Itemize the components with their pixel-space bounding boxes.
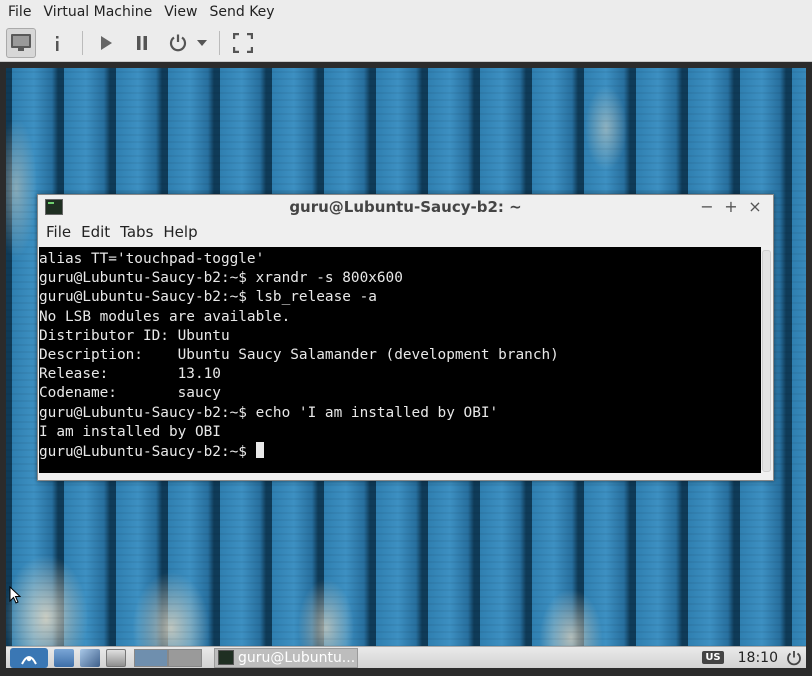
terminal-bottom-edge: [38, 473, 773, 480]
toolbar-separator: [219, 30, 220, 55]
task-label: guru@Lubuntu...: [238, 649, 356, 666]
terminal-menu-file[interactable]: File: [41, 223, 76, 241]
terminal-line: Release: 13.10: [39, 366, 221, 383]
host-toolbar: [0, 24, 812, 62]
keyboard-layout-indicator[interactable]: US: [702, 651, 724, 664]
terminal-prompt: guru@Lubuntu-Saucy-b2:~$: [39, 444, 256, 461]
terminal-titlebar[interactable]: guru@Lubuntu-Saucy-b2: ~ − + ×: [38, 195, 773, 219]
terminal-menu-tabs[interactable]: Tabs: [115, 223, 158, 241]
terminal-line: I am installed by OBI: [39, 423, 221, 440]
terminal-menu-help[interactable]: Help: [158, 223, 202, 241]
taskbar: guru@Lubuntu... US 18:10: [6, 646, 806, 668]
start-menu-button[interactable]: [10, 647, 48, 668]
terminal-prompt-line[interactable]: guru@Lubuntu-Saucy-b2:~$: [39, 442, 761, 462]
power-icon[interactable]: [786, 650, 802, 666]
terminal-menubar: File Edit Tabs Help: [38, 219, 773, 245]
taskbar-task-terminal[interactable]: guru@Lubuntu...: [214, 647, 358, 668]
host-menu-virtual-machine[interactable]: Virtual Machine: [37, 0, 158, 24]
terminal-line: Distributor ID: Ubuntu: [39, 327, 230, 344]
host-menu-send-key[interactable]: Send Key: [203, 0, 280, 24]
terminal-line: guru@Lubuntu-Saucy-b2:~$ lsb_release -a: [39, 289, 377, 306]
minimize-button[interactable]: −: [695, 196, 719, 218]
run-button[interactable]: [91, 28, 121, 58]
workspace-1[interactable]: [134, 648, 168, 667]
terminal-line: No LSB modules are available.: [39, 308, 291, 325]
host-menubar: File Virtual Machine View Send Key: [0, 0, 812, 24]
maximize-button[interactable]: +: [719, 196, 743, 218]
close-button[interactable]: ×: [743, 196, 767, 218]
play-icon: [101, 35, 112, 50]
fullscreen-icon: [233, 32, 253, 53]
terminal-output[interactable]: alias TT='touchpad-toggle' guru@Lubuntu-…: [39, 247, 761, 475]
info-icon: [56, 35, 59, 51]
guest-display[interactable]: guru@Lubuntu-Saucy-b2: ~ − + × File Edit…: [6, 68, 806, 668]
mouse-pointer-icon: [9, 586, 21, 604]
window-controls: − + ×: [695, 196, 767, 218]
terminal-line: guru@Lubuntu-Saucy-b2:~$ echo 'I am inst…: [39, 404, 499, 421]
pause-icon: [137, 35, 147, 50]
monitor-icon: [11, 33, 31, 51]
terminal-line: guru@Lubuntu-Saucy-b2:~$ xrandr -s 800x6…: [39, 270, 403, 287]
file-manager-icon[interactable]: [54, 648, 74, 667]
terminal-title: guru@Lubuntu-Saucy-b2: ~: [289, 198, 522, 216]
terminal-line: Codename: saucy: [39, 385, 221, 402]
terminal-window: guru@Lubuntu-Saucy-b2: ~ − + × File Edit…: [37, 194, 774, 481]
workspace-switcher: [134, 648, 202, 667]
workspace-2[interactable]: [168, 648, 202, 667]
terminal-menu-edit[interactable]: Edit: [76, 223, 115, 241]
text-cursor: [255, 442, 264, 459]
terminal-line: alias TT='touchpad-toggle': [39, 251, 265, 267]
pause-button[interactable]: [127, 28, 157, 58]
lubuntu-logo-icon: [21, 655, 37, 664]
show-desktop-icon[interactable]: [106, 648, 126, 667]
details-button[interactable]: [42, 28, 72, 58]
terminal-task-icon: [218, 650, 234, 665]
toolbar-separator: [82, 30, 83, 55]
chevron-down-icon: [197, 39, 207, 46]
host-menu-file[interactable]: File: [2, 0, 37, 24]
fullscreen-button[interactable]: [228, 28, 258, 58]
shutdown-menu-button[interactable]: [195, 28, 209, 58]
web-browser-icon[interactable]: [80, 648, 100, 667]
console-view-button[interactable]: [6, 27, 36, 58]
terminal-scrollbar[interactable]: [762, 250, 771, 472]
terminal-line: Description: Ubuntu Saucy Salamander (de…: [39, 347, 559, 364]
terminal-app-icon: [45, 199, 63, 215]
power-icon: [169, 34, 187, 51]
shutdown-button[interactable]: [163, 28, 193, 58]
system-tray: US 18:10: [702, 650, 806, 666]
host-menu-view[interactable]: View: [158, 0, 203, 24]
clock[interactable]: 18:10: [738, 650, 778, 666]
